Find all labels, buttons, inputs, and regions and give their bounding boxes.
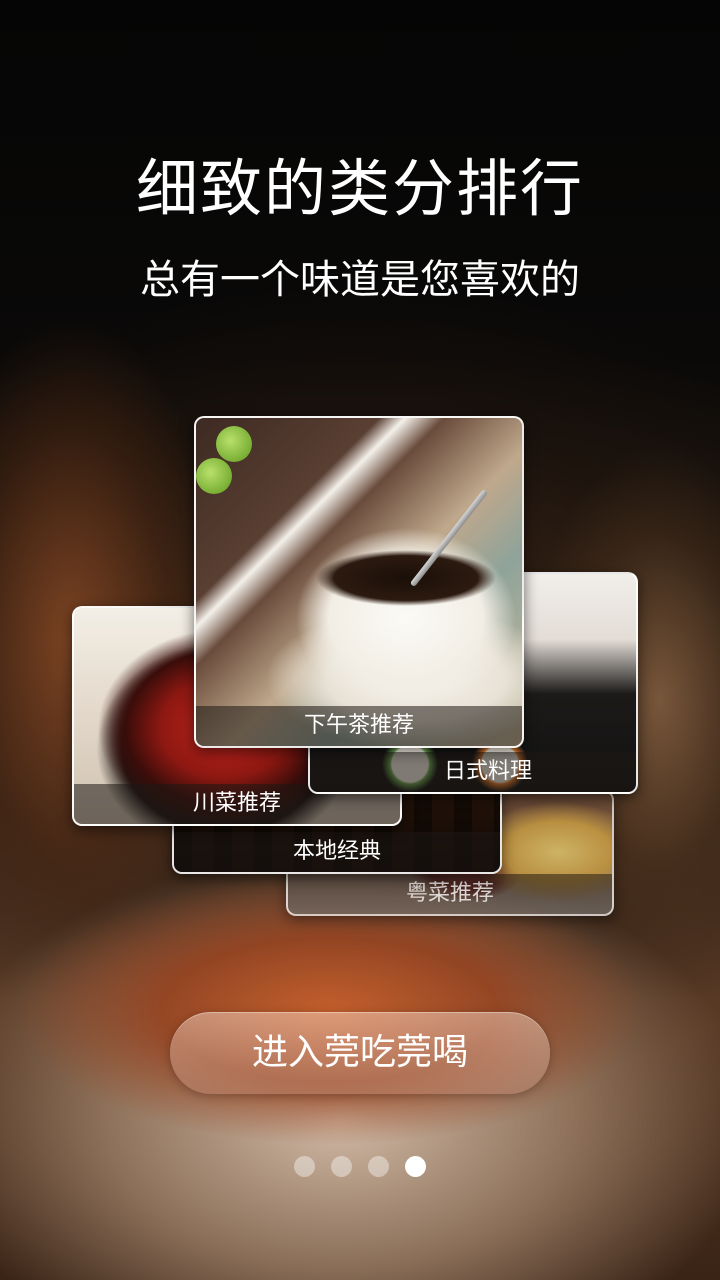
enter-app-button[interactable]: 进入莞吃莞喝 bbox=[170, 1012, 550, 1094]
page-indicator bbox=[0, 1156, 720, 1178]
page-dot-3[interactable] bbox=[368, 1156, 389, 1177]
kiwi-garnish bbox=[196, 458, 232, 494]
page-dot-4-active[interactable] bbox=[405, 1156, 426, 1177]
page-title: 细致的类分排行 bbox=[135, 152, 584, 225]
category-card-afternoon-tea[interactable]: 下午茶推荐 bbox=[194, 416, 524, 748]
page-subtitle: 总有一个味道是您喜欢的 bbox=[140, 257, 580, 303]
category-label: 粤菜推荐 bbox=[288, 874, 612, 914]
spoon-image bbox=[409, 488, 489, 588]
page-dot-1[interactable] bbox=[294, 1156, 315, 1177]
category-label: 本地经典 bbox=[174, 832, 500, 872]
kiwi-garnish bbox=[216, 426, 252, 462]
category-label: 下午茶推荐 bbox=[196, 706, 522, 746]
category-label: 日式料理 bbox=[310, 752, 636, 792]
page-dot-2[interactable] bbox=[331, 1156, 352, 1177]
